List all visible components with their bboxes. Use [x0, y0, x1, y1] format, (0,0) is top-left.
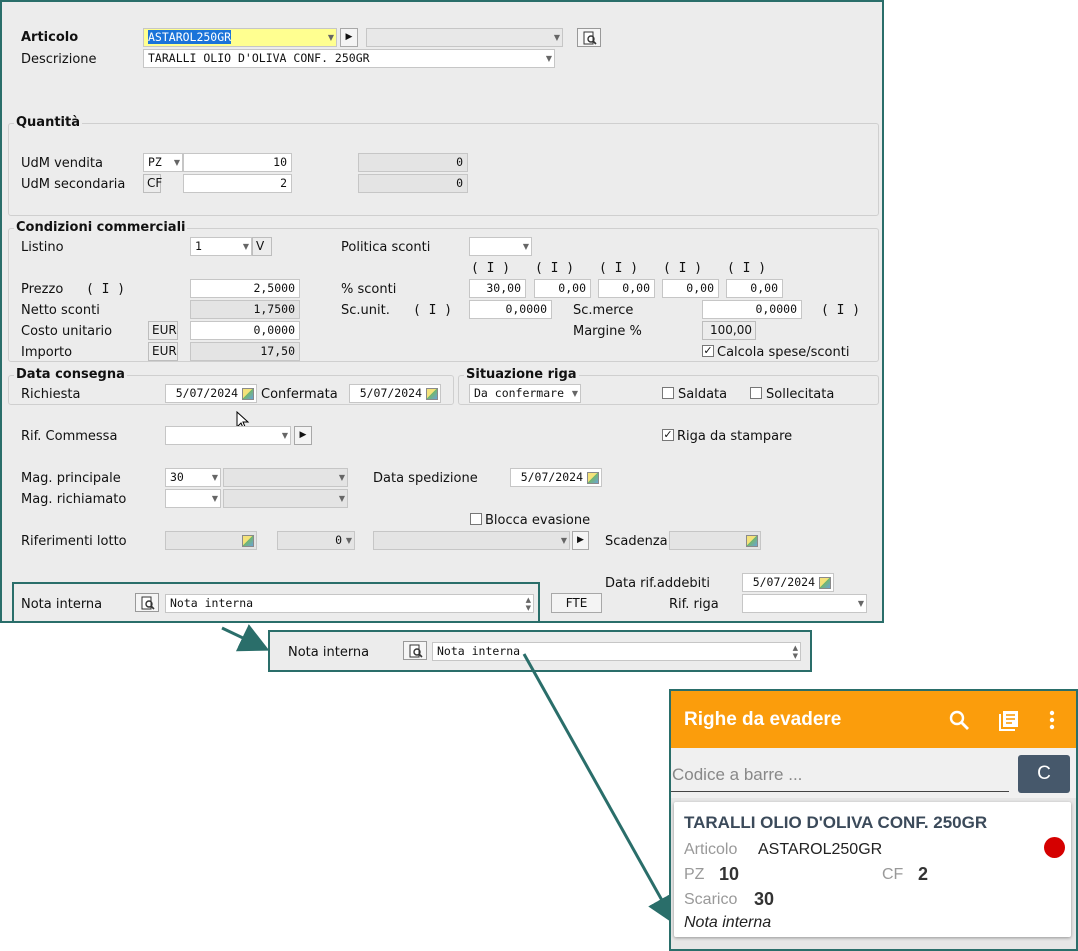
- barcode-input[interactable]: Codice a barre ...: [671, 756, 1009, 792]
- mobile-app-screen: Righe da evadere Codice a barre ... C TA…: [669, 689, 1078, 951]
- barcode-placeholder: Codice a barre ...: [672, 765, 803, 784]
- status-dot: [1044, 837, 1065, 858]
- card-scarico-label: Scarico: [684, 891, 738, 908]
- card-scarico-value: 30: [754, 889, 775, 909]
- list-item[interactable]: TARALLI OLIO D'OLIVA CONF. 250GR Articol…: [674, 802, 1071, 937]
- card-articolo-value: ASTAROL250GR: [758, 841, 883, 858]
- mobile-app-bar: Righe da evadere: [671, 691, 1076, 748]
- list-icon[interactable]: [998, 709, 1020, 731]
- mobile-title: Righe da evadere: [684, 709, 842, 730]
- card-cf-value: 2: [918, 864, 929, 884]
- card-pz-label: PZ: [684, 866, 705, 883]
- card-articolo-label: Articolo: [684, 841, 738, 858]
- search-icon[interactable]: [949, 710, 971, 732]
- card-cf-label: CF: [882, 866, 904, 883]
- arrow-to-mobile: [522, 653, 676, 926]
- card-title: TARALLI OLIO D'OLIVA CONF. 250GR: [684, 813, 988, 832]
- more-vert-icon[interactable]: [1046, 710, 1058, 732]
- clear-button[interactable]: C: [1018, 755, 1070, 793]
- arrow-to-zoom: [221, 624, 270, 652]
- card-pz-value: 10: [719, 864, 740, 884]
- card-nota: Nota interna: [684, 914, 772, 931]
